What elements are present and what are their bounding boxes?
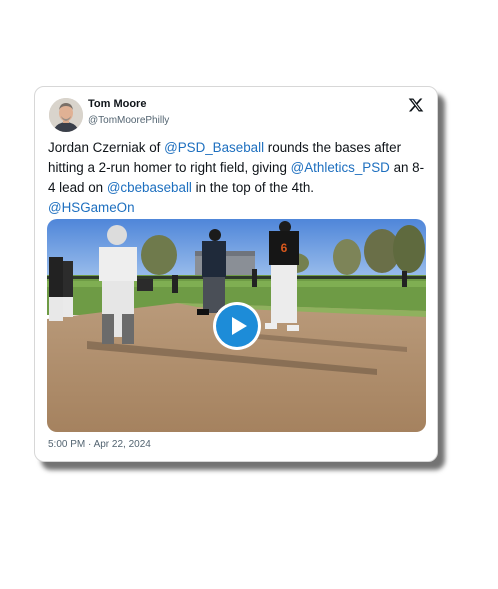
tweet-text: Jordan Czerniak of @PSD_Baseball rounds … (48, 138, 428, 218)
mention-hsgameon[interactable]: @HSGameOn (48, 200, 135, 215)
mention-athletics-psd[interactable]: @Athletics_PSD (291, 160, 390, 175)
avatar[interactable] (49, 98, 83, 132)
author-handle[interactable]: @TomMoorePhilly (88, 115, 169, 126)
x-logo-icon[interactable] (408, 97, 424, 113)
tweet-timestamp[interactable]: 5:00 PM · Apr 22, 2024 (48, 439, 151, 450)
tweet-text-part: Jordan Czerniak of (48, 140, 165, 155)
jersey-number: 6 (281, 241, 288, 255)
play-icon[interactable] (216, 305, 258, 347)
mention-cbebaseball[interactable]: @cbebaseball (107, 180, 192, 195)
play-button[interactable] (213, 302, 261, 350)
tweet-card[interactable]: Tom Moore @TomMoorePhilly Jordan Czernia… (34, 86, 438, 462)
video-player[interactable]: 6 (47, 219, 426, 432)
mention-psd-baseball[interactable]: @PSD_Baseball (164, 140, 264, 155)
tweet-text-part: in the top of the 4th. (191, 180, 314, 195)
author-name[interactable]: Tom Moore (88, 98, 146, 110)
